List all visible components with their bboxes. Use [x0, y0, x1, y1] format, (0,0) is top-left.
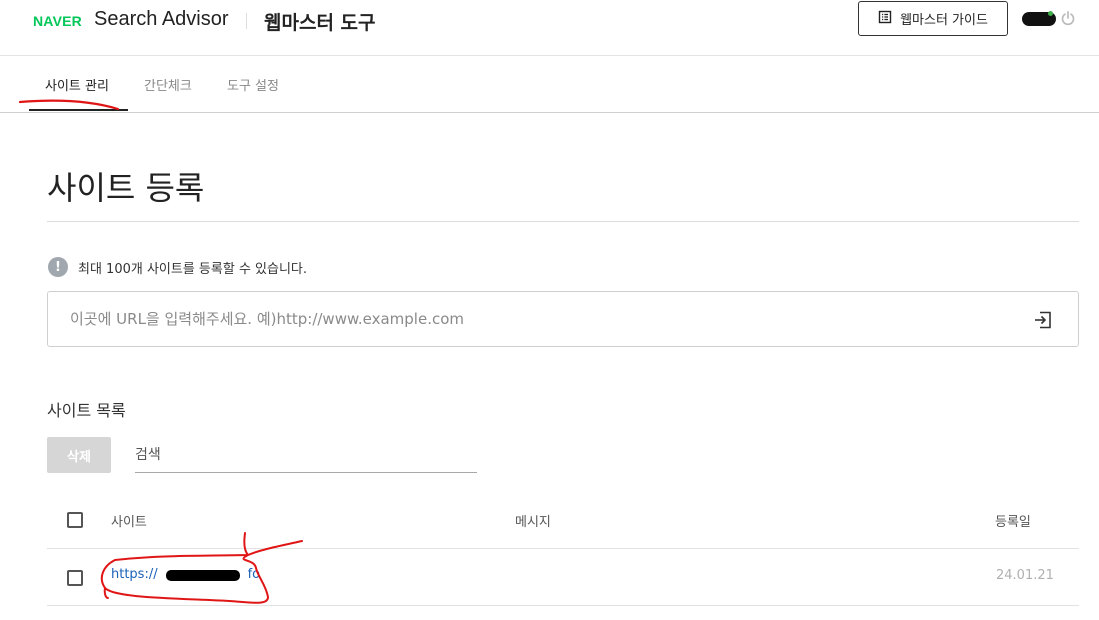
row-divider — [47, 605, 1079, 606]
row-checkbox[interactable] — [67, 570, 83, 586]
tab-simple-check[interactable]: 간단체크 — [144, 75, 192, 94]
header-divider-line — [0, 55, 1099, 56]
naver-logo[interactable]: NAVER — [33, 13, 82, 29]
tabs-divider-line — [0, 112, 1099, 113]
search-input[interactable] — [135, 443, 477, 467]
site-url-prefix: https:// — [111, 567, 158, 582]
url-input[interactable] — [70, 308, 970, 330]
delete-button[interactable]: 삭제 — [47, 437, 111, 473]
book-icon — [878, 10, 892, 28]
webmaster-guide-label: 웹마스터 가이드 — [900, 13, 988, 28]
product-name[interactable]: Search Advisor — [94, 8, 229, 31]
search-underline — [135, 472, 477, 473]
registration-date: 24.01.21 — [996, 568, 1054, 583]
info-icon: ! — [48, 257, 68, 277]
tab-tool-settings[interactable]: 도구 설정 — [227, 75, 279, 94]
tab-underline-annotation — [18, 99, 120, 111]
info-message: 최대 100개 사이트를 등록할 수 있습니다. — [78, 262, 308, 277]
site-list-title: 사이트 목록 — [47, 401, 126, 420]
column-header-message: 메시지 — [515, 515, 551, 530]
page-section-title: 웹마스터 도구 — [264, 12, 376, 34]
active-tab-indicator — [29, 109, 128, 111]
webmaster-guide-button[interactable]: 웹마스터 가이드 — [858, 1, 1008, 36]
header-divider — [246, 13, 247, 29]
site-url-suffix: fo — [247, 567, 261, 582]
user-status-dot — [1048, 11, 1053, 16]
site-url-redaction — [166, 570, 240, 581]
power-icon[interactable] — [1060, 10, 1076, 26]
header-row-divider — [47, 548, 1079, 549]
column-header-date: 등록일 — [995, 515, 1031, 530]
title-divider — [47, 221, 1079, 222]
page-title: 사이트 등록 — [47, 169, 205, 207]
select-all-checkbox[interactable] — [67, 512, 83, 528]
submit-url-icon[interactable] — [1032, 309, 1054, 331]
column-header-site: 사이트 — [111, 515, 147, 530]
tab-site-management[interactable]: 사이트 관리 — [45, 75, 109, 94]
